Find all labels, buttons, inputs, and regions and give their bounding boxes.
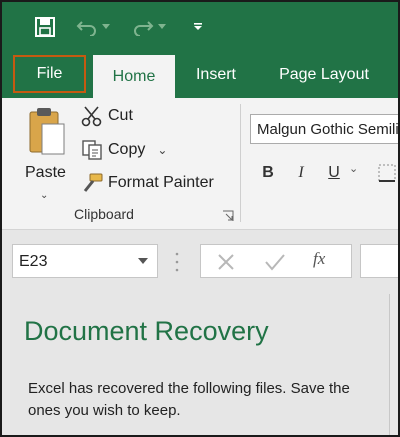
font-name-combobox[interactable]: Malgun Gothic Semilight: [250, 114, 398, 144]
clipboard-group-label: Clipboard: [74, 206, 134, 222]
formula-input[interactable]: [360, 244, 398, 278]
paste-label: Paste: [25, 164, 66, 181]
paste-button[interactable]: Paste ⌄: [20, 106, 74, 206]
formula-bar: E23 fx: [2, 230, 398, 294]
customize-qat-icon: [194, 23, 202, 30]
name-box[interactable]: E23: [12, 244, 158, 278]
copy-label: Copy: [108, 141, 146, 158]
redo-dropdown[interactable]: [156, 14, 168, 40]
cut-button[interactable]: Cut: [80, 103, 133, 129]
chevron-down-icon: [102, 24, 110, 29]
italic-button[interactable]: I: [287, 160, 315, 186]
redo-icon: [134, 21, 154, 36]
save-icon: [35, 17, 55, 37]
save-button[interactable]: [32, 14, 58, 40]
tab-page-layout[interactable]: Page Layout: [264, 52, 384, 98]
chevron-down-icon[interactable]: [137, 255, 149, 267]
document-recovery-pane: Document Recovery Excel has recovered th…: [12, 294, 388, 435]
chevron-down-icon[interactable]: ⌄: [40, 190, 48, 201]
tab-insert[interactable]: Insert: [180, 52, 252, 98]
undo-dropdown[interactable]: [100, 14, 112, 40]
cancel-icon[interactable]: [215, 251, 237, 273]
recovery-message: Excel has recovered the following files.…: [28, 380, 350, 419]
borders-icon: [378, 164, 396, 182]
copy-icon: [80, 138, 104, 162]
scissors-icon: [80, 104, 104, 128]
chevron-down-icon[interactable]: ⌄: [157, 143, 167, 157]
redo-button[interactable]: [130, 14, 156, 40]
tab-file[interactable]: File: [13, 55, 86, 93]
cut-label: Cut: [108, 107, 133, 124]
quick-access-toolbar: [2, 2, 398, 52]
undo-icon: [76, 21, 96, 36]
undo-button[interactable]: [74, 14, 100, 40]
excel-window: File Home Insert Page Layout Paste ⌄ Cut…: [0, 0, 400, 437]
underline-button[interactable]: U: [320, 160, 348, 186]
name-box-value: E23: [19, 253, 48, 270]
tab-home[interactable]: Home: [93, 55, 175, 98]
paste-icon: [29, 108, 65, 155]
customize-qat-button[interactable]: [188, 14, 208, 40]
borders-button[interactable]: [376, 160, 398, 186]
group-separator: [240, 104, 241, 222]
format-painter-icon: [80, 171, 104, 195]
pane-divider: [389, 294, 390, 435]
ribbon-tabs: File Home Insert Page Layout: [2, 52, 398, 98]
format-painter-label: Format Painter: [108, 174, 214, 191]
chevron-down-icon: [158, 24, 166, 29]
dialog-launcher-icon[interactable]: [222, 210, 234, 222]
recovery-title: Document Recovery: [24, 316, 269, 346]
copy-button[interactable]: Copy ⌄: [80, 137, 167, 163]
ribbon-home: Paste ⌄ Cut Copy ⌄ Format Painter Clipbo…: [2, 98, 398, 230]
enter-check-icon[interactable]: [263, 251, 287, 273]
format-painter-button[interactable]: Format Painter: [80, 170, 214, 196]
splitter-handle-icon[interactable]: [174, 250, 180, 274]
chevron-down-icon[interactable]: ⌄: [349, 162, 358, 175]
insert-function-button[interactable]: fx: [313, 249, 325, 269]
bold-button[interactable]: B: [254, 160, 282, 186]
formula-buttons: fx: [200, 244, 352, 278]
